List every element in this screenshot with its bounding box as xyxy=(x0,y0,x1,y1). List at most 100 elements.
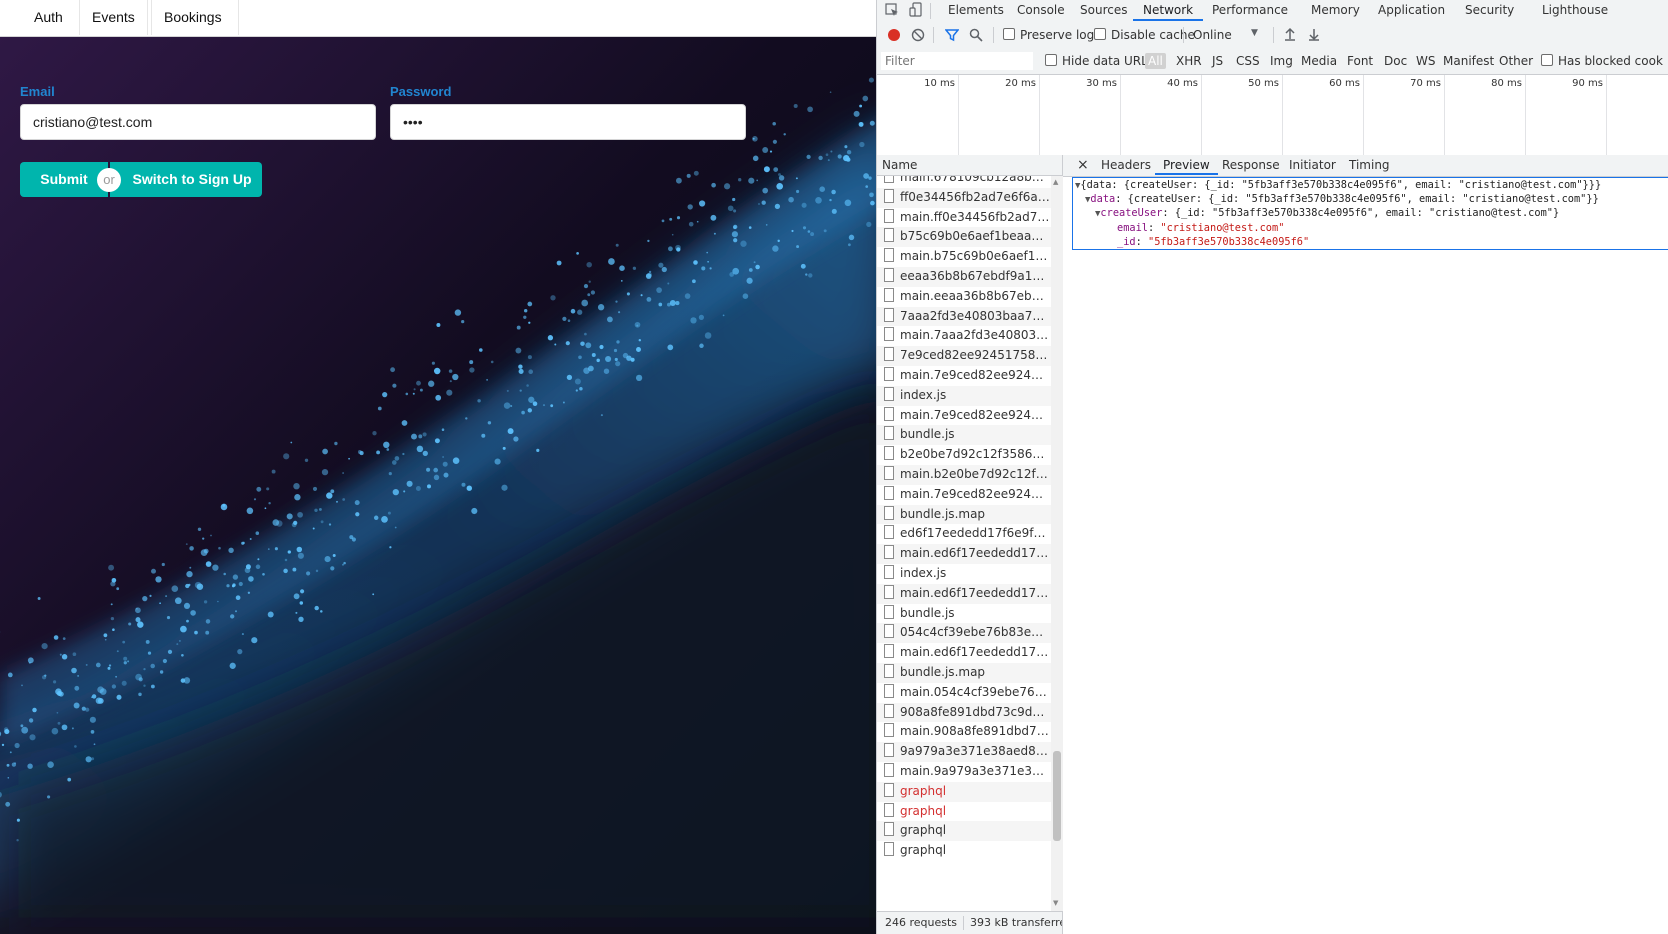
request-row[interactable]: bundle.js.map xyxy=(877,662,1062,683)
password-field[interactable] xyxy=(390,104,746,140)
device-toolbar-icon[interactable] xyxy=(909,2,923,21)
request-row[interactable]: ff0e34456fb2ad7e6f6a.hot-update.json xyxy=(877,187,1062,208)
request-row[interactable]: main.678109cb12a8b3dcc74 xyxy=(877,176,1062,188)
submit-button[interactable]: Submit xyxy=(20,162,108,197)
request-row[interactable]: eeaa36b8b67ebdf9a16a.hot-update.json xyxy=(877,266,1062,287)
tab-memory[interactable]: Memory xyxy=(1301,0,1370,21)
tab-timing[interactable]: Timing xyxy=(1341,155,1398,175)
type-filter-ws[interactable]: WS xyxy=(1416,54,1435,68)
request-row[interactable]: main.054c4cf39ebe76b83e0b.hot-update.js xyxy=(877,683,1062,703)
request-row[interactable]: 7e9ced82ee92451758f1.hot-update.json xyxy=(877,346,1062,366)
request-list-scrollbar[interactable]: ▲ ▼ xyxy=(1051,176,1063,911)
type-filter-font[interactable]: Font xyxy=(1347,54,1373,68)
request-row[interactable]: main.eeaa36b8b67ebdf9a16a.hot-update.js xyxy=(877,287,1062,307)
request-row[interactable]: main.ed6f17eededd17f6e9f6.hot-update.js xyxy=(877,583,1062,604)
disable-cache-checkbox[interactable]: Disable cache xyxy=(1094,28,1195,42)
inspect-element-icon[interactable] xyxy=(885,3,899,20)
tab-sources[interactable]: Sources xyxy=(1070,0,1137,21)
request-row[interactable]: 054c4cf39ebe76b83e0b.hot-update.json xyxy=(877,623,1062,644)
nav-auth[interactable]: Auth xyxy=(18,0,80,35)
particle-dot xyxy=(426,467,431,472)
request-row[interactable]: 7aaa2fd3e40803baa7e5.hot-update.json xyxy=(877,306,1062,327)
type-filter-xhr[interactable]: XHR xyxy=(1176,54,1202,68)
export-har-icon[interactable] xyxy=(1307,27,1321,44)
tab-lighthouse[interactable]: Lighthouse xyxy=(1532,0,1618,21)
tab-elements[interactable]: Elements xyxy=(938,0,1014,21)
type-filter-doc[interactable]: Doc xyxy=(1384,54,1407,68)
tab-response[interactable]: Response xyxy=(1214,155,1288,175)
type-filter-css[interactable]: CSS xyxy=(1236,54,1260,68)
hide-data-urls-checkbox[interactable]: Hide data URLs xyxy=(1045,54,1154,68)
request-row[interactable]: index.js xyxy=(877,385,1062,406)
tab-security[interactable]: Security xyxy=(1455,0,1524,21)
request-row[interactable]: graphql xyxy=(877,841,1062,861)
tab-headers[interactable]: Headers xyxy=(1093,155,1159,175)
particle-dot xyxy=(73,702,80,709)
type-filter-media[interactable]: Media xyxy=(1301,54,1337,68)
type-filter-other[interactable]: Other xyxy=(1499,54,1533,68)
scroll-up-icon[interactable]: ▲ xyxy=(1053,178,1058,186)
request-row[interactable]: main.7aaa2fd3e40803baa7e5.hot-update.js xyxy=(877,326,1062,346)
type-filter-js[interactable]: JS xyxy=(1212,54,1223,68)
tab-console[interactable]: Console xyxy=(1007,0,1075,21)
particle-dot xyxy=(155,576,162,583)
preview-data-line[interactable]: ▼data: {createUser: {_id: "5fb3aff3e570b… xyxy=(1085,192,1599,207)
clear-icon[interactable] xyxy=(911,28,925,45)
nav-events[interactable]: Events xyxy=(76,0,152,35)
request-row[interactable]: main.ed6f17eededd17f6e9f6.hot-update.js xyxy=(877,643,1062,663)
email-field[interactable] xyxy=(20,104,376,140)
name-column-header[interactable]: Name xyxy=(877,155,1063,176)
request-row[interactable]: main.ff0e34456fb2ad7e6f6a.hot-update.js xyxy=(877,208,1062,228)
request-row[interactable]: main.7e9ced82ee92451758f1.hot-update.js xyxy=(877,406,1062,426)
request-row[interactable]: graphql xyxy=(877,802,1062,822)
type-filter-img[interactable]: Img xyxy=(1270,54,1293,68)
nav-bookings[interactable]: Bookings xyxy=(147,0,239,35)
request-row[interactable]: b2e0be7d92c12f3586d9.hot-update.json xyxy=(877,445,1062,465)
filter-icon[interactable] xyxy=(944,28,960,45)
request-row[interactable]: main.9a979a3e371e38aed882.hot-update.js xyxy=(877,762,1062,782)
type-filter-manifest[interactable]: Manifest xyxy=(1443,54,1494,68)
request-row[interactable]: 908a8fe891dbd73c9d0f.hot-update.json xyxy=(877,702,1062,723)
request-row[interactable]: graphql xyxy=(877,781,1062,802)
request-row[interactable]: index.js xyxy=(877,564,1062,584)
tab-application[interactable]: Application xyxy=(1368,0,1455,21)
has-blocked-cookies-checkbox[interactable]: Has blocked cook xyxy=(1541,54,1663,68)
request-row[interactable]: bundle.js xyxy=(877,425,1062,446)
request-row[interactable]: 9a979a3e371e38aed882.hot-update.json xyxy=(877,742,1062,762)
switch-to-signup-button[interactable]: Switch to Sign Up xyxy=(110,162,262,197)
scroll-down-icon[interactable]: ▼ xyxy=(1053,899,1058,907)
request-row[interactable]: ed6f17eededd17f6e9f6.hot-update.json xyxy=(877,524,1062,544)
tab-preview[interactable]: Preview xyxy=(1155,155,1218,175)
preview-createuser-line[interactable]: ▼createUser: {_id: "5fb3aff3e570b338c4e0… xyxy=(1095,206,1559,221)
request-row[interactable]: main.7e9ced82ee92451758f1.hot-update.js xyxy=(877,366,1062,386)
particle-dot xyxy=(180,625,187,633)
preserve-log-checkbox[interactable]: Preserve log xyxy=(1003,28,1094,42)
particle-dot xyxy=(853,110,860,117)
particle-dot xyxy=(235,595,241,601)
particle-dot xyxy=(32,707,37,713)
request-row[interactable]: main.b2e0be7d92c12f3586d9.hot-update.js xyxy=(877,464,1062,485)
request-row[interactable]: bundle.js xyxy=(877,604,1062,624)
tab-performance[interactable]: Performance xyxy=(1202,0,1298,21)
search-icon[interactable] xyxy=(969,28,983,45)
type-filter-all[interactable]: All xyxy=(1145,53,1166,69)
particle-dot xyxy=(143,684,146,687)
request-row[interactable]: bundle.js.map xyxy=(877,504,1062,525)
import-har-icon[interactable] xyxy=(1283,27,1297,44)
request-row[interactable]: graphql xyxy=(877,821,1062,842)
throttling-select[interactable]: Online ▼ xyxy=(1193,28,1258,42)
particle-dot xyxy=(753,261,756,264)
request-row[interactable]: main.7e9ced82ee92451758f1.hot-update.js xyxy=(877,485,1062,505)
request-row[interactable]: main.ed6f17eededd17f6e9f6.hot-update.js xyxy=(877,544,1062,564)
request-list: main.678109cb12a8b3dcc74 ff0e34456fb2ad7e… xyxy=(877,176,1063,911)
record-icon[interactable] xyxy=(887,28,901,45)
request-row[interactable]: b75c69b0e6aef1beaaa3.hot-update.json xyxy=(877,227,1062,248)
tab-initiator[interactable]: Initiator xyxy=(1281,155,1344,175)
preview-root-line[interactable]: ▼{data: {createUser: {_id: "5fb3aff3e570… xyxy=(1075,178,1601,193)
request-row[interactable]: main.908a8fe891dbd73c9d0f.hot-update.js xyxy=(877,722,1062,742)
particle-dot xyxy=(461,482,466,487)
tab-network[interactable]: Network xyxy=(1133,0,1204,21)
scroll-thumb[interactable] xyxy=(1053,751,1061,841)
request-row[interactable]: main.b75c69b0e6aef1beaaa3.hot-update.js xyxy=(877,247,1062,267)
filter-input[interactable] xyxy=(881,52,1033,70)
